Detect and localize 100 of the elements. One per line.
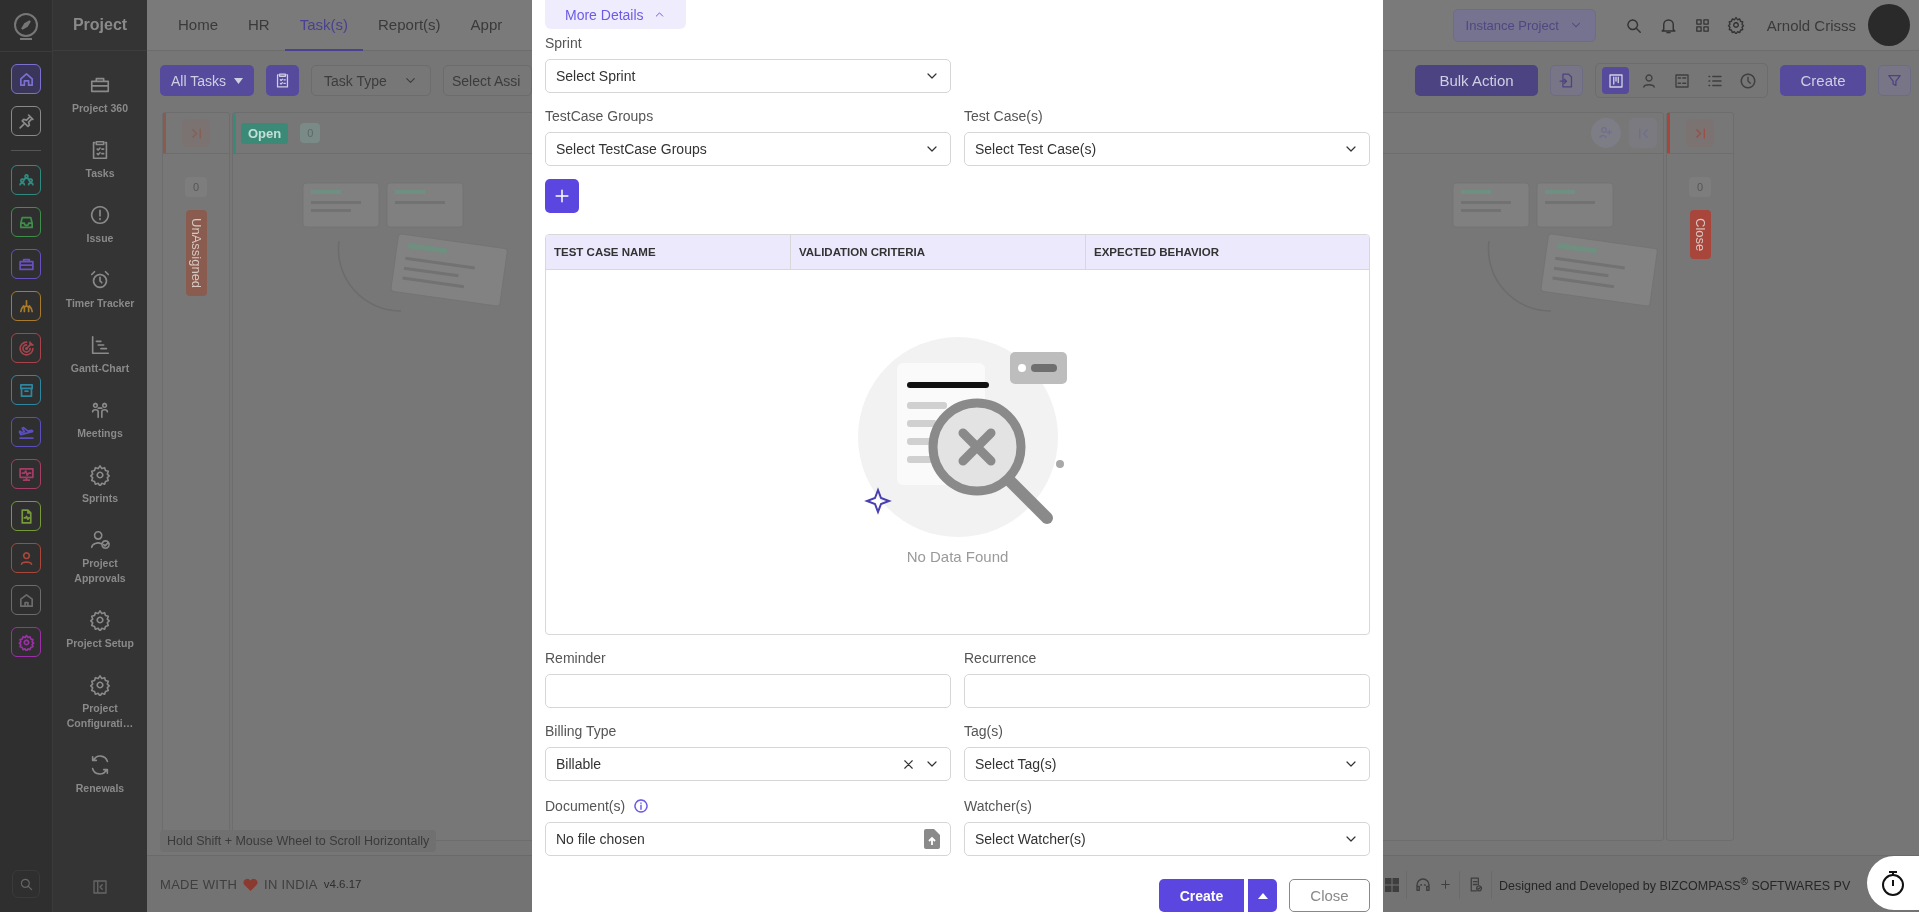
caret-icon <box>234 77 243 84</box>
avatar[interactable] <box>1868 4 1910 46</box>
view-toggle[interactable] <box>1602 67 1629 94</box>
user-check-icon <box>89 529 111 551</box>
bulk-action-button[interactable]: Bulk Action <box>1415 65 1538 96</box>
nav-item[interactable]: Tasks <box>56 139 144 181</box>
clock-icon <box>1738 71 1757 90</box>
grid-icon <box>1693 16 1711 34</box>
close-button[interactable]: Close <box>1289 879 1370 912</box>
app-rail-button[interactable] <box>11 417 41 447</box>
refresh-icon <box>89 754 111 776</box>
search-button[interactable] <box>12 870 40 898</box>
status-tag: Open <box>241 122 289 144</box>
app-rail-button[interactable] <box>11 106 41 136</box>
nav-item[interactable]: Meetings <box>56 399 144 441</box>
field-label: Tag(s) <box>964 722 1004 740</box>
column-header: TEST CASE NAME <box>553 245 657 260</box>
create-options-button[interactable] <box>1248 879 1277 912</box>
input-field[interactable] <box>964 674 1370 708</box>
expand-column-button[interactable] <box>1686 119 1714 147</box>
nav-item[interactable]: Project Setup <box>56 609 144 651</box>
nav-tab[interactable]: HR <box>233 0 285 51</box>
sidebar-toggle-icon <box>91 878 109 896</box>
watchers-select[interactable]: Select Watcher(s) <box>964 822 1370 856</box>
app-rail-button[interactable] <box>11 207 41 237</box>
notes-icon <box>274 72 291 89</box>
nav-item[interactable]: Timer Tracker <box>56 269 144 311</box>
stopwatch-icon <box>1880 869 1906 897</box>
settings-button[interactable] <box>1726 16 1745 34</box>
app-rail-button[interactable] <box>11 333 41 363</box>
create-button[interactable]: Create <box>1780 65 1866 96</box>
kanban-icon <box>1606 71 1625 90</box>
app-rail-button[interactable] <box>11 64 41 94</box>
app-rail-button[interactable] <box>11 501 41 531</box>
windows-logo-icon <box>1385 877 1399 892</box>
app-rail-button[interactable] <box>11 585 41 615</box>
app-rail-button[interactable] <box>11 291 41 321</box>
nav-tab[interactable]: Task(s) <box>284 0 364 51</box>
nav-item[interactable]: Project Configurati… <box>56 674 144 731</box>
sprint-select[interactable]: Select Sprint <box>545 59 951 93</box>
stopwatch-button[interactable] <box>1867 856 1919 910</box>
info-icon <box>633 798 650 814</box>
nav-item[interactable]: Renewals <box>56 754 144 796</box>
search-icon <box>18 876 34 892</box>
field-label: Test Case(s) <box>964 107 1044 125</box>
app-rail-button[interactable] <box>11 249 41 279</box>
filter-button[interactable] <box>1878 65 1911 96</box>
version-label: v4.6.17 <box>323 878 362 890</box>
import-button[interactable] <box>1550 65 1583 96</box>
alarm-clock-icon <box>89 269 111 291</box>
empty-message: No Data Found <box>906 548 1009 565</box>
plus-icon <box>1439 878 1452 891</box>
tags-select[interactable]: Select Tag(s) <box>964 747 1370 781</box>
assignee-select[interactable]: Select Assi <box>443 65 532 96</box>
file-field[interactable]: No file chosen <box>545 822 951 856</box>
compass-logo-icon <box>11 10 41 41</box>
field-label: Recurrence <box>964 649 1038 667</box>
test-cases-select[interactable]: Select Test Case(s) <box>964 132 1370 166</box>
nav-tab[interactable]: Report(s) <box>363 0 456 51</box>
field-label: Watcher(s) <box>964 797 1033 815</box>
testcase-groups-select[interactable]: Select TestCase Groups <box>545 132 951 166</box>
apps-button[interactable] <box>1693 16 1711 34</box>
task-type-select[interactable]: Task Type <box>311 65 431 96</box>
more-details-toggle[interactable]: More Details <box>545 0 686 29</box>
app-rail-button[interactable] <box>11 459 41 489</box>
chart-icon <box>89 334 111 356</box>
nav-item[interactable]: Sprints <box>56 464 144 506</box>
alert-icon <box>89 204 111 226</box>
settings-icon <box>1726 16 1745 34</box>
field-label: TestCase Groups <box>545 107 655 125</box>
gear-icon <box>89 674 111 696</box>
nav-tab[interactable]: Home <box>163 0 233 51</box>
create-button[interactable]: Create <box>1159 879 1244 912</box>
task-filter-button[interactable]: All Tasks <box>160 65 254 96</box>
heart-icon <box>243 877 259 891</box>
field-label: Sprint <box>545 34 583 52</box>
upload-file-icon <box>924 829 940 849</box>
nav-tab[interactable]: Appr <box>455 0 518 51</box>
app-rail-button[interactable] <box>11 375 41 405</box>
field-label: Billing Type <box>545 722 618 740</box>
headset-icon <box>1414 875 1432 894</box>
caret-icon <box>1257 892 1268 899</box>
app-rail-button[interactable] <box>11 165 41 195</box>
nav-item[interactable]: Project 360 <box>56 74 144 116</box>
nav-item[interactable]: Gantt-Chart <box>56 334 144 376</box>
add-button[interactable] <box>545 179 579 213</box>
app-rail-button[interactable] <box>11 543 41 573</box>
form-icon <box>1672 71 1691 90</box>
notes-button[interactable] <box>266 65 299 96</box>
billing-type-select[interactable]: Billable <box>545 747 951 781</box>
gear-icon <box>89 464 111 486</box>
app-rail-button[interactable] <box>11 627 41 657</box>
user-name: Arnold Crisss <box>1766 16 1856 34</box>
column-header: EXPECTED BEHAVIOR <box>1085 235 1369 269</box>
filter-icon <box>1886 72 1903 89</box>
import-icon <box>1558 72 1575 89</box>
nav-item[interactable]: Project Approvals <box>56 529 144 586</box>
nav-item[interactable]: Issue <box>56 204 144 246</box>
input-field[interactable] <box>545 674 951 708</box>
status-tag: Close <box>1689 210 1711 260</box>
